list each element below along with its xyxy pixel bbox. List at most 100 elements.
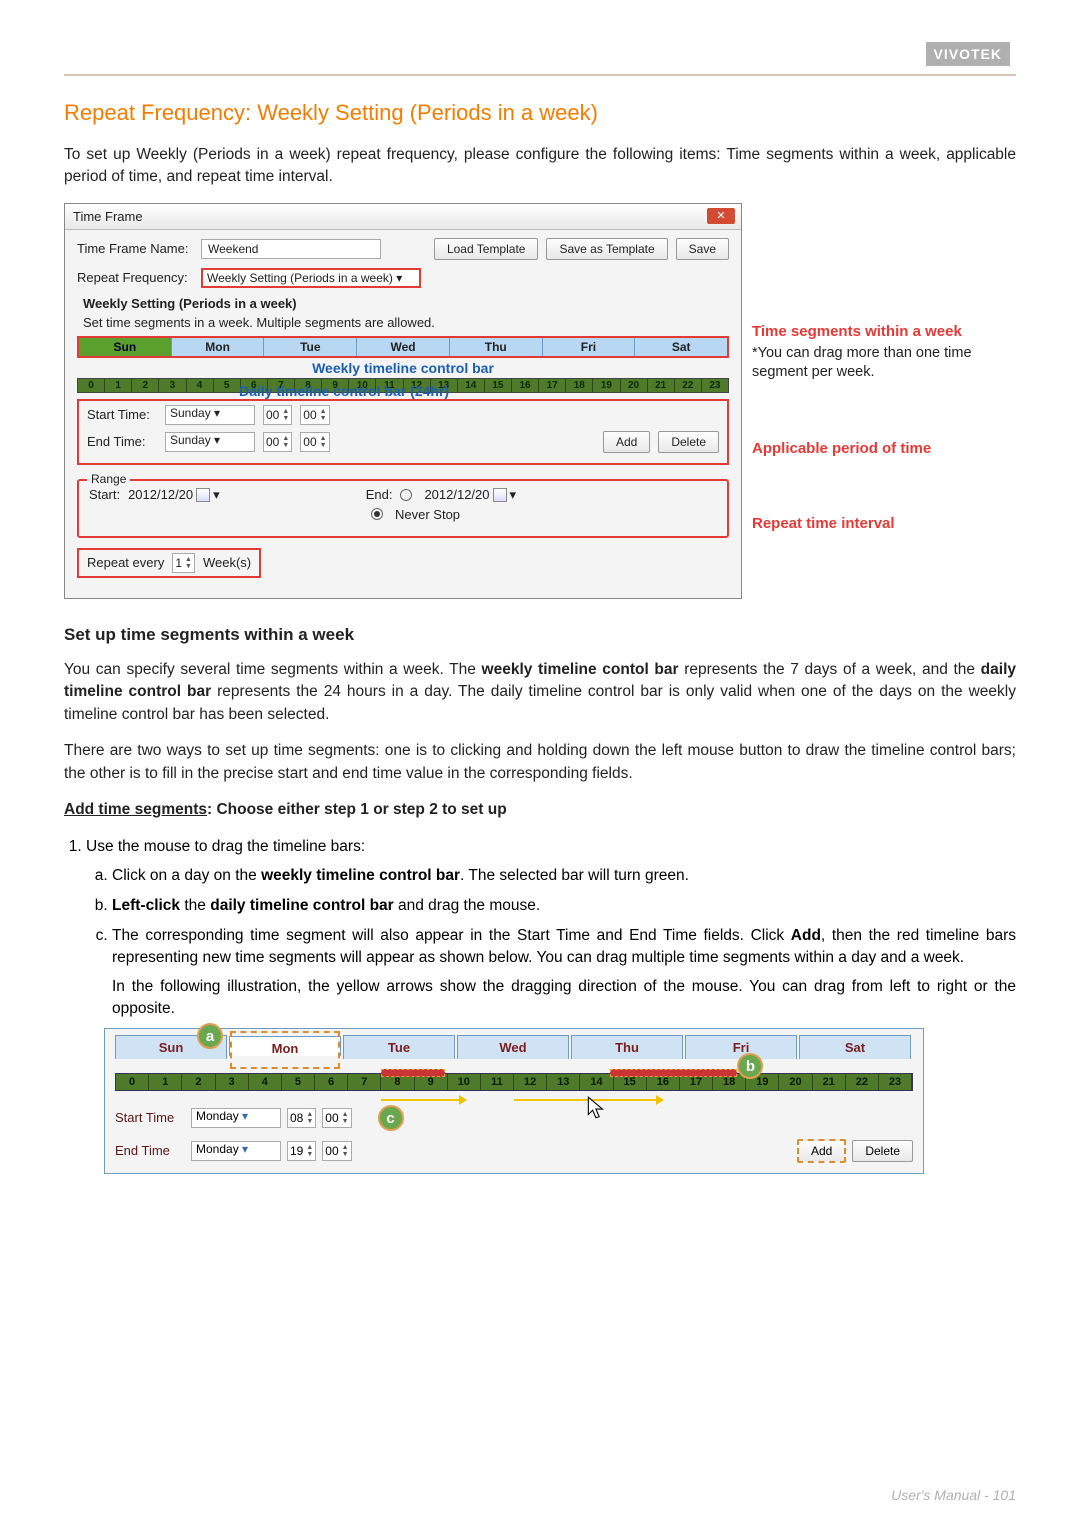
repeat-frequency-select[interactable]: Weekly Setting (Periods in a week) ▾ xyxy=(201,268,421,288)
name-input[interactable]: Weekend xyxy=(201,239,381,259)
illus-start-hour[interactable]: 08▲▼ xyxy=(287,1108,316,1128)
annot-segments-title: Time segments within a week xyxy=(752,323,1012,340)
illus-start-hour-value: 08 xyxy=(290,1111,303,1125)
illus-hour-cell[interactable]: 11 xyxy=(481,1074,514,1090)
hour-cell[interactable]: 15 xyxy=(485,379,512,392)
yellow-arrow-1 xyxy=(381,1099,461,1101)
repeat-every-spinner[interactable]: 1▲▼ xyxy=(172,553,195,573)
start-hour-spinner[interactable]: 00▲▼ xyxy=(263,405,292,425)
day-tab-sat[interactable]: Sat xyxy=(635,338,727,356)
illus-hour-cell[interactable]: 6 xyxy=(315,1074,348,1090)
close-icon[interactable]: ✕ xyxy=(707,208,735,224)
hour-cell[interactable]: 19 xyxy=(593,379,620,392)
step1b-mid: the xyxy=(180,897,210,914)
illus-end-label: End Time xyxy=(115,1143,185,1158)
illus-delete-button[interactable]: Delete xyxy=(852,1140,913,1162)
range-end-label: End: xyxy=(366,487,393,502)
day-tab-fri[interactable]: Fri xyxy=(543,338,636,356)
hour-cell[interactable]: 20 xyxy=(621,379,648,392)
illus-hour-cell[interactable]: 14 xyxy=(580,1074,613,1090)
illus-start-day-select[interactable]: Monday ▾ xyxy=(191,1108,281,1128)
repeat-label: Repeat Frequency: xyxy=(77,270,193,285)
illus-hour-bar[interactable]: 01234567891011121314151617181920212223 xyxy=(115,1073,913,1091)
start-min-spinner[interactable]: 00▲▼ xyxy=(300,405,329,425)
end-date-radio[interactable] xyxy=(400,489,412,501)
hour-cell[interactable]: 17 xyxy=(539,379,566,392)
illus-hour-cell[interactable]: 12 xyxy=(514,1074,547,1090)
illus-hour-cell[interactable]: 5 xyxy=(282,1074,315,1090)
step1-text: Use the mouse to drag the timeline bars: xyxy=(86,838,365,855)
end-min-spinner[interactable]: 00▲▼ xyxy=(300,432,329,452)
end-min-value: 00 xyxy=(303,435,316,449)
hour-cell[interactable]: 1 xyxy=(105,379,132,392)
hour-cell[interactable]: 5 xyxy=(214,379,241,392)
end-time-label: End Time: xyxy=(87,434,157,449)
start-day-select[interactable]: Sunday ▾ xyxy=(165,405,255,425)
delete-button[interactable]: Delete xyxy=(658,431,719,453)
illus-hour-cell[interactable]: 22 xyxy=(846,1074,879,1090)
calendar-icon[interactable] xyxy=(493,488,507,502)
range-end-value: 2012/12/20 xyxy=(424,487,489,502)
annot-segments-note: *You can drag more than one time segment… xyxy=(752,344,1012,382)
save-as-template-button[interactable]: Save as Template xyxy=(546,238,667,260)
illus-hour-cell[interactable]: 21 xyxy=(813,1074,846,1090)
illus-hour-cell[interactable]: 2 xyxy=(182,1074,215,1090)
illus-end-hour[interactable]: 19▲▼ xyxy=(287,1141,316,1161)
illus-end-min[interactable]: 00▲▼ xyxy=(322,1141,351,1161)
illus-day-tab-tue[interactable]: Tue xyxy=(343,1035,455,1059)
brand-label: VIVOTEK xyxy=(926,42,1010,66)
illus-day-tab-sat[interactable]: Sat xyxy=(799,1035,911,1059)
step1b-post: and drag the mouse. xyxy=(394,897,541,914)
illus-start-min[interactable]: 00▲▼ xyxy=(322,1108,351,1128)
day-tab-tue[interactable]: Tue xyxy=(264,338,357,356)
illus-day-tab-thu[interactable]: Thu xyxy=(571,1035,683,1059)
end-hour-spinner[interactable]: 00▲▼ xyxy=(263,432,292,452)
illus-hour-cell[interactable]: 0 xyxy=(116,1074,149,1090)
day-tab-wed[interactable]: Wed xyxy=(357,338,450,356)
hour-cell[interactable]: 16 xyxy=(512,379,539,392)
weekly-day-tabs[interactable]: SunMonTueWedThuFriSat xyxy=(77,336,729,358)
load-template-button[interactable]: Load Template xyxy=(434,238,539,260)
end-day-select[interactable]: Sunday ▾ xyxy=(165,432,255,452)
start-min-value: 00 xyxy=(303,408,316,422)
annot-interval-title: Repeat time interval xyxy=(752,515,1012,532)
group-title: Weekly Setting (Periods in a week) xyxy=(83,296,729,311)
hour-cell[interactable]: 22 xyxy=(675,379,702,392)
illus-hour-cell[interactable]: 23 xyxy=(879,1074,912,1090)
hour-cell[interactable]: 18 xyxy=(566,379,593,392)
never-stop-radio[interactable] xyxy=(371,508,383,520)
day-tab-mon[interactable]: Mon xyxy=(172,338,265,356)
repeat-every-value: 1 xyxy=(175,556,182,570)
illus-add-button[interactable]: Add xyxy=(797,1139,846,1163)
day-tab-sun[interactable]: Sun xyxy=(79,338,172,356)
badge-c: c xyxy=(378,1105,404,1131)
range-end-date[interactable]: 2012/12/20 ▾ xyxy=(424,487,516,503)
illus-hour-cell[interactable]: 4 xyxy=(249,1074,282,1090)
illus-end-day-select[interactable]: Monday ▾ xyxy=(191,1141,281,1161)
illus-hour-cell[interactable]: 13 xyxy=(547,1074,580,1090)
range-start-date[interactable]: 2012/12/20 ▾ xyxy=(128,487,220,503)
illus-hour-cell[interactable]: 3 xyxy=(216,1074,249,1090)
hour-cell[interactable]: 14 xyxy=(458,379,485,392)
name-label: Time Frame Name: xyxy=(77,241,193,256)
calendar-icon[interactable] xyxy=(196,488,210,502)
illus-hour-cell[interactable]: 20 xyxy=(779,1074,812,1090)
hour-cell[interactable]: 23 xyxy=(702,379,728,392)
hour-cell[interactable]: 4 xyxy=(187,379,214,392)
badge-a: a xyxy=(197,1023,223,1049)
illus-hour-cell[interactable]: 1 xyxy=(149,1074,182,1090)
illus-day-tab-mon[interactable]: Mon xyxy=(229,1036,341,1056)
never-stop-label: Never Stop xyxy=(395,507,460,522)
range-start-value: 2012/12/20 xyxy=(128,487,193,502)
save-button[interactable]: Save xyxy=(676,238,729,260)
hour-cell[interactable]: 21 xyxy=(648,379,675,392)
hour-cell[interactable]: 0 xyxy=(78,379,105,392)
illus-day-tabs[interactable]: SunMonTueWedThuFriSat xyxy=(115,1035,913,1059)
hour-cell[interactable]: 3 xyxy=(159,379,186,392)
illus-hour-cell[interactable]: 10 xyxy=(448,1074,481,1090)
day-tab-thu[interactable]: Thu xyxy=(450,338,543,356)
illus-day-tab-wed[interactable]: Wed xyxy=(457,1035,569,1059)
hour-cell[interactable]: 2 xyxy=(132,379,159,392)
add-button[interactable]: Add xyxy=(603,431,650,453)
illus-hour-cell[interactable]: 7 xyxy=(348,1074,381,1090)
